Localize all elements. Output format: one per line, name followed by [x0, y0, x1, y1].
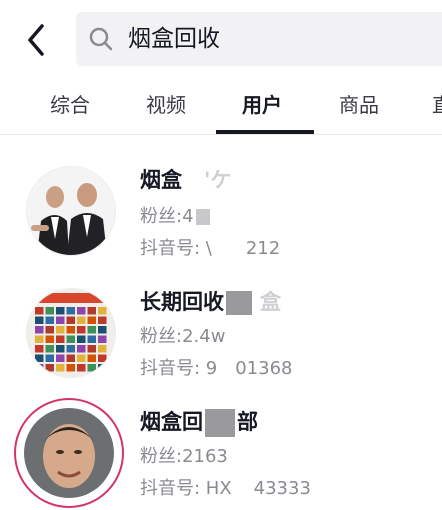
search-input[interactable]: 烟盒回收 — [76, 12, 442, 66]
search-query: 烟盒回收 — [128, 26, 220, 52]
avatar-cigarette-box-wall-image — [27, 289, 115, 377]
user-name: 长期回收盒 — [140, 290, 281, 315]
tab-live[interactable]: 直 — [432, 92, 442, 118]
tab-comprehensive[interactable]: 综合 — [50, 92, 90, 118]
tab-products[interactable]: 商品 — [339, 92, 379, 118]
avatar[interactable] — [26, 166, 116, 256]
active-tab-indicator — [216, 130, 314, 134]
back-arrow-icon — [28, 24, 44, 56]
user-name: 烟盒回部 — [140, 406, 258, 437]
tab-bar: 综合 视频 用户 商品 直 — [0, 84, 442, 135]
top-bar: 烟盒回收 — [0, 0, 442, 82]
user-douyin-id: 抖音号: 9 01368 — [140, 358, 293, 379]
tab-users[interactable]: 用户 — [242, 92, 282, 118]
user-fans: 粉丝:2.4w — [140, 326, 226, 347]
user-douyin-id: 抖音号: \ 212 — [140, 238, 281, 259]
avatar[interactable] — [26, 288, 116, 378]
user-result-row[interactable]: 长期回收盒 粉丝:2.4w 抖音号: 9 01368 — [0, 272, 442, 390]
user-douyin-id: 抖音号: HX 43333 — [140, 478, 311, 499]
search-icon — [89, 27, 113, 51]
redaction-mask — [195, 209, 210, 225]
user-fans: 粉丝:4 — [140, 202, 210, 228]
user-result-row[interactable]: 烟盒回部 粉丝:2163 抖音号: HX 43333 — [0, 392, 442, 510]
avatar-two-men-image — [27, 167, 115, 255]
user-fans: 粉丝:2163 — [140, 446, 228, 467]
user-name: 烟盒 'ケ — [140, 168, 232, 192]
redaction-mask — [226, 291, 252, 315]
user-result-row[interactable]: 烟盒 'ケ 粉丝:4 抖音号: \ 212 — [0, 150, 442, 268]
redaction-mask — [205, 409, 235, 437]
tab-videos[interactable]: 视频 — [146, 92, 186, 118]
avatar[interactable] — [24, 408, 114, 498]
back-button[interactable] — [22, 22, 54, 58]
avatar-man-face-image — [24, 408, 114, 498]
